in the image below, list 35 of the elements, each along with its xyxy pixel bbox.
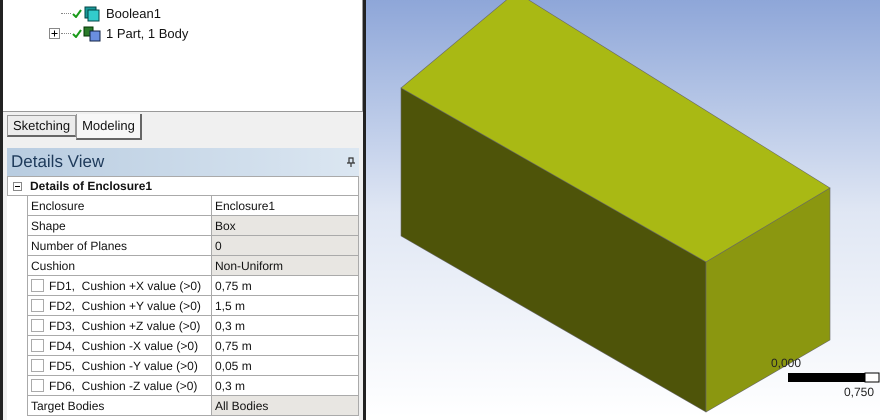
checkbox[interactable] (31, 339, 44, 352)
expand-icon[interactable] (49, 28, 60, 39)
pin-icon[interactable] (347, 157, 355, 167)
scale-label: 0,750 (844, 384, 874, 401)
tree-item[interactable]: 1 Part, 1 Body (106, 24, 188, 44)
property-name: Target Bodies (31, 398, 104, 414)
property-name: Shape (31, 218, 66, 234)
check-icon (72, 9, 82, 18)
property-value[interactable]: 0 (212, 236, 358, 255)
property-name: FD6, Cushion -Z value (>0) (49, 378, 198, 394)
check-icon (72, 29, 82, 38)
property-name: Number of Planes (31, 238, 128, 254)
tree-item[interactable]: Boolean1 (106, 4, 161, 24)
property-value[interactable]: Box (212, 216, 358, 235)
property-name: FD2, Cushion +Y value (>0) (49, 298, 201, 314)
group-heading: Details of Enclosure1 (29, 178, 152, 195)
cubes-icon (83, 26, 101, 42)
property-name: FD3, Cushion +Z value (>0) (49, 318, 200, 334)
property-name: Enclosure (31, 198, 84, 214)
property-value[interactable]: All Bodies (212, 396, 358, 415)
tab[interactable]: Sketching (7, 115, 76, 137)
checkbox[interactable] (31, 279, 44, 292)
panel-title: Details View (11, 151, 104, 174)
property-name: FD5, Cushion -Y value (>0) (49, 358, 198, 374)
tab[interactable]: Modeling (76, 114, 142, 140)
checkbox[interactable] (31, 379, 44, 392)
property-value[interactable]: Non-Uniform (212, 256, 358, 275)
cube-icon (83, 4, 101, 22)
collapse-icon[interactable] (12, 182, 22, 190)
checkbox[interactable] (31, 319, 44, 332)
checkbox[interactable] (31, 299, 44, 312)
property-name: FD4, Cushion -X value (>0) (49, 338, 198, 354)
property-name: FD1, Cushion +X value (>0) (49, 278, 202, 294)
property-name: Cushion (31, 258, 76, 274)
checkbox[interactable] (31, 359, 44, 372)
